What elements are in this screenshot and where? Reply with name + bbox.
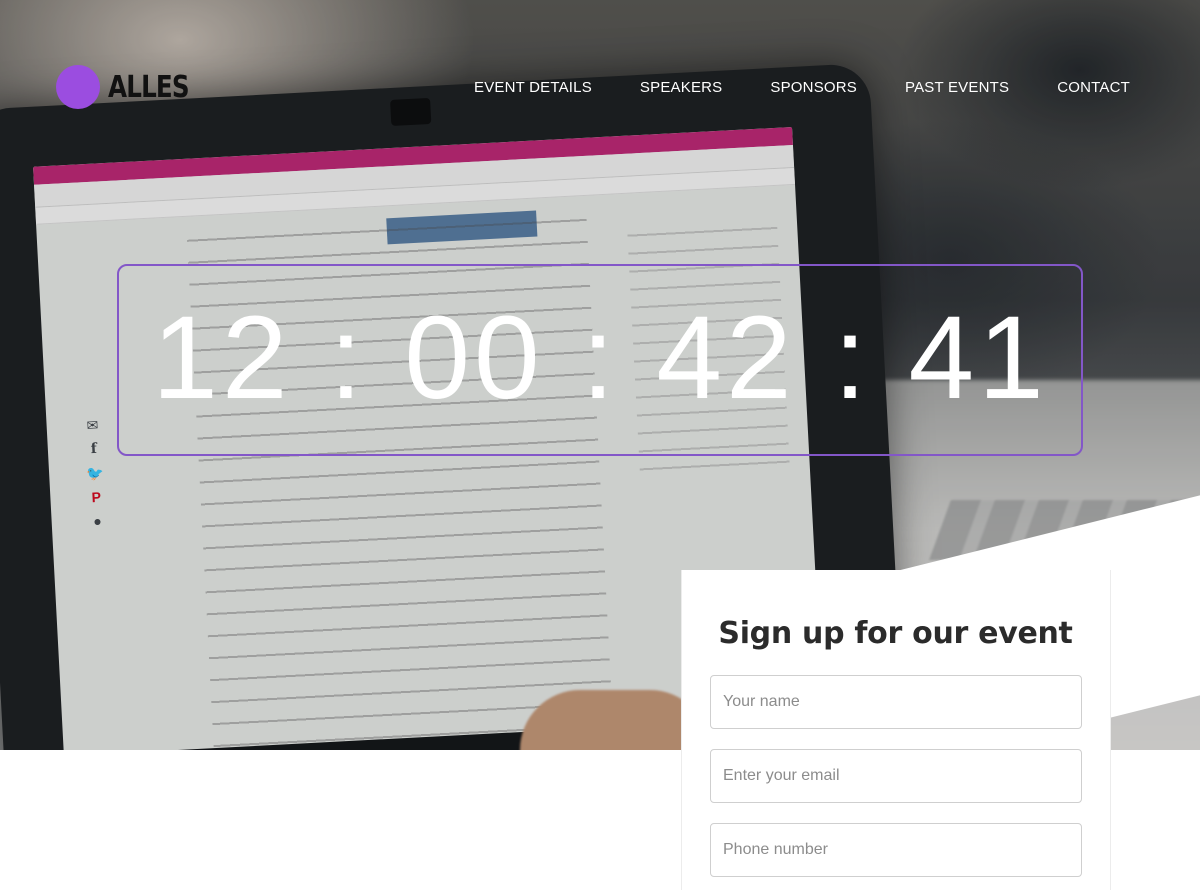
countdown-separator: : xyxy=(329,292,367,424)
countdown-timer: 12 : 00 : 42 : 41 xyxy=(117,264,1083,456)
signup-card: Sign up for our event xyxy=(681,570,1111,890)
pinterest-icon: P xyxy=(91,488,102,506)
reddit-icon: ● xyxy=(92,512,103,530)
name-field[interactable] xyxy=(710,675,1082,729)
logo-circle-icon xyxy=(56,65,100,109)
facebook-icon: f xyxy=(90,440,98,458)
countdown-separator: : xyxy=(581,292,619,424)
mail-icon: ✉ xyxy=(86,416,99,434)
twitter-icon: 🐦 xyxy=(85,464,105,482)
countdown-days: 12 xyxy=(152,292,292,424)
main-nav: EVENT DETAILS SPEAKERS SPONSORS PAST EVE… xyxy=(474,79,1130,96)
brand-name: ALLES xyxy=(108,69,190,105)
nav-contact[interactable]: CONTACT xyxy=(1057,79,1130,96)
countdown-minutes: 42 xyxy=(656,292,796,424)
countdown-separator: : xyxy=(833,292,871,424)
nav-sponsors[interactable]: SPONSORS xyxy=(770,79,857,96)
nav-event-details[interactable]: EVENT DETAILS xyxy=(474,79,592,96)
countdown-hours: 00 xyxy=(404,292,544,424)
brand-logo[interactable]: ALLES xyxy=(56,65,207,109)
nav-speakers[interactable]: SPEAKERS xyxy=(640,79,722,96)
signup-title: Sign up for our event xyxy=(718,616,1073,651)
countdown-seconds: 41 xyxy=(908,292,1048,424)
email-field[interactable] xyxy=(710,749,1082,803)
nav-past-events[interactable]: PAST EVENTS xyxy=(905,79,1009,96)
phone-field[interactable] xyxy=(710,823,1082,877)
